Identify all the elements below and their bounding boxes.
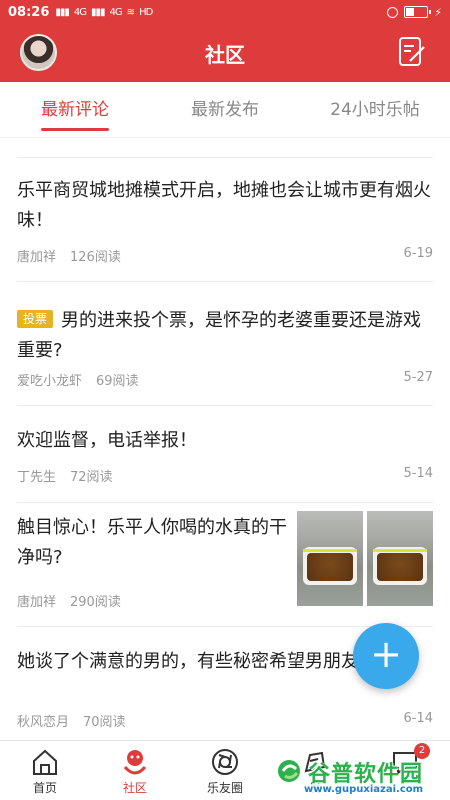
list-item[interactable]: 触目惊心！乐平人你喝的水真的干净吗? 唐加祥 290阅读: [17, 503, 433, 627]
tab-latest-comments[interactable]: 最新评论: [0, 82, 150, 137]
post-title: 欢迎监督，电话举报！: [17, 430, 197, 451]
post-reads: 69阅读: [96, 374, 139, 389]
post-meta: 丁先生 72阅读 5-14: [17, 466, 433, 485]
post-date: 5-27: [403, 370, 433, 385]
hd-label: HD: [139, 6, 153, 18]
post-meta: 秋风恋月 70阅读 6-14: [17, 711, 433, 730]
page-title: 社区: [205, 42, 245, 67]
post-meta: 唐加祥 126阅读 6-19: [17, 246, 433, 265]
bottom-nav: 首页 社区 乐友圈 发 2: [0, 740, 450, 800]
nav-label: 社区: [122, 781, 147, 795]
nav-moments[interactable]: 乐友圈: [180, 741, 270, 800]
list-item[interactable]: 乐平商贸城地摊模式开启，地摊也会让城市更有烟火味！ 唐加祥 126阅读 6-19: [17, 158, 433, 282]
compose-icon[interactable]: [398, 36, 426, 68]
battery-icon: [404, 6, 432, 18]
post-author: 唐加祥: [17, 595, 57, 610]
status-bar: 08:26 ▮▮▮ 4G ▮▮▮ 4G ≋ HD ⚡: [0, 0, 450, 24]
divider: [17, 138, 433, 158]
post-date: 5-14: [403, 466, 433, 481]
post-date: 6-19: [403, 246, 433, 261]
post-author: 丁先生: [17, 470, 57, 485]
community-icon: [123, 750, 147, 775]
tab-bar: 最新评论 最新发布 24小时乐帖: [0, 82, 450, 138]
post-author: 秋风恋月: [17, 715, 70, 730]
status-time: 08:26: [8, 4, 50, 20]
post-thumbnails[interactable]: [297, 511, 433, 606]
rotation-lock-icon: [387, 6, 399, 18]
nav-post[interactable]: 发: [270, 741, 360, 800]
signal-icon-2: ▮▮▮: [91, 6, 105, 18]
tab-latest-posts[interactable]: 最新发布: [150, 82, 300, 137]
post-title: 乐平商贸城地摊模式开启，地摊也会让城市更有烟火味！: [17, 180, 431, 231]
nav-label: 乐友圈: [206, 781, 243, 795]
thumbnail-image[interactable]: [297, 511, 363, 606]
notification-badge: 2: [414, 743, 430, 759]
moments-icon: [212, 749, 238, 775]
home-icon: [33, 749, 57, 775]
nav-label: 首页: [32, 781, 57, 795]
post-reads: 70阅读: [83, 715, 126, 730]
nav-label: 发: [308, 781, 321, 795]
post-meta: 唐加祥 290阅读: [17, 591, 287, 610]
post-author: 唐加祥: [17, 250, 57, 265]
post-icon: [304, 751, 326, 773]
post-date: 6-14: [403, 711, 433, 726]
tab-24h-hot[interactable]: 24小时乐帖: [300, 82, 450, 137]
signal-label-2: 4G: [109, 6, 123, 18]
list-item[interactable]: 欢迎监督，电话举报！ 丁先生 72阅读 5-14: [17, 406, 433, 503]
app-header: 社区: [0, 24, 450, 82]
signal-label-1: 4G: [73, 6, 87, 18]
post-title-text: 男的进来投个票，是怀孕的老婆重要还是游戏重要?: [17, 310, 422, 361]
nav-home[interactable]: 首页: [0, 741, 90, 800]
add-post-button[interactable]: +: [353, 623, 419, 689]
thumbnail-image[interactable]: [367, 511, 433, 606]
post-title: 投票 男的进来投个票，是怀孕的老婆重要还是游戏重要?: [17, 306, 433, 366]
avatar[interactable]: [20, 34, 57, 71]
post-title: 触目惊心！乐平人你喝的水真的干净吗?: [17, 517, 287, 568]
post-meta: 爱吃小龙虾 69阅读 5-27: [17, 370, 433, 389]
nav-messages[interactable]: 2: [360, 741, 450, 800]
nav-community[interactable]: 社区: [90, 741, 180, 800]
signal-icon: ▮▮▮: [55, 6, 69, 18]
post-reads: 126阅读: [70, 250, 121, 265]
charging-icon: ⚡: [434, 5, 442, 19]
list-item[interactable]: 投票 男的进来投个票，是怀孕的老婆重要还是游戏重要? 爱吃小龙虾 69阅读 5-2…: [17, 282, 433, 406]
post-reads: 290阅读: [70, 595, 121, 610]
wifi-icon: ≋: [126, 6, 135, 18]
vote-badge: 投票: [17, 310, 54, 328]
post-author: 爱吃小龙虾: [17, 374, 83, 389]
post-reads: 72阅读: [70, 470, 113, 485]
